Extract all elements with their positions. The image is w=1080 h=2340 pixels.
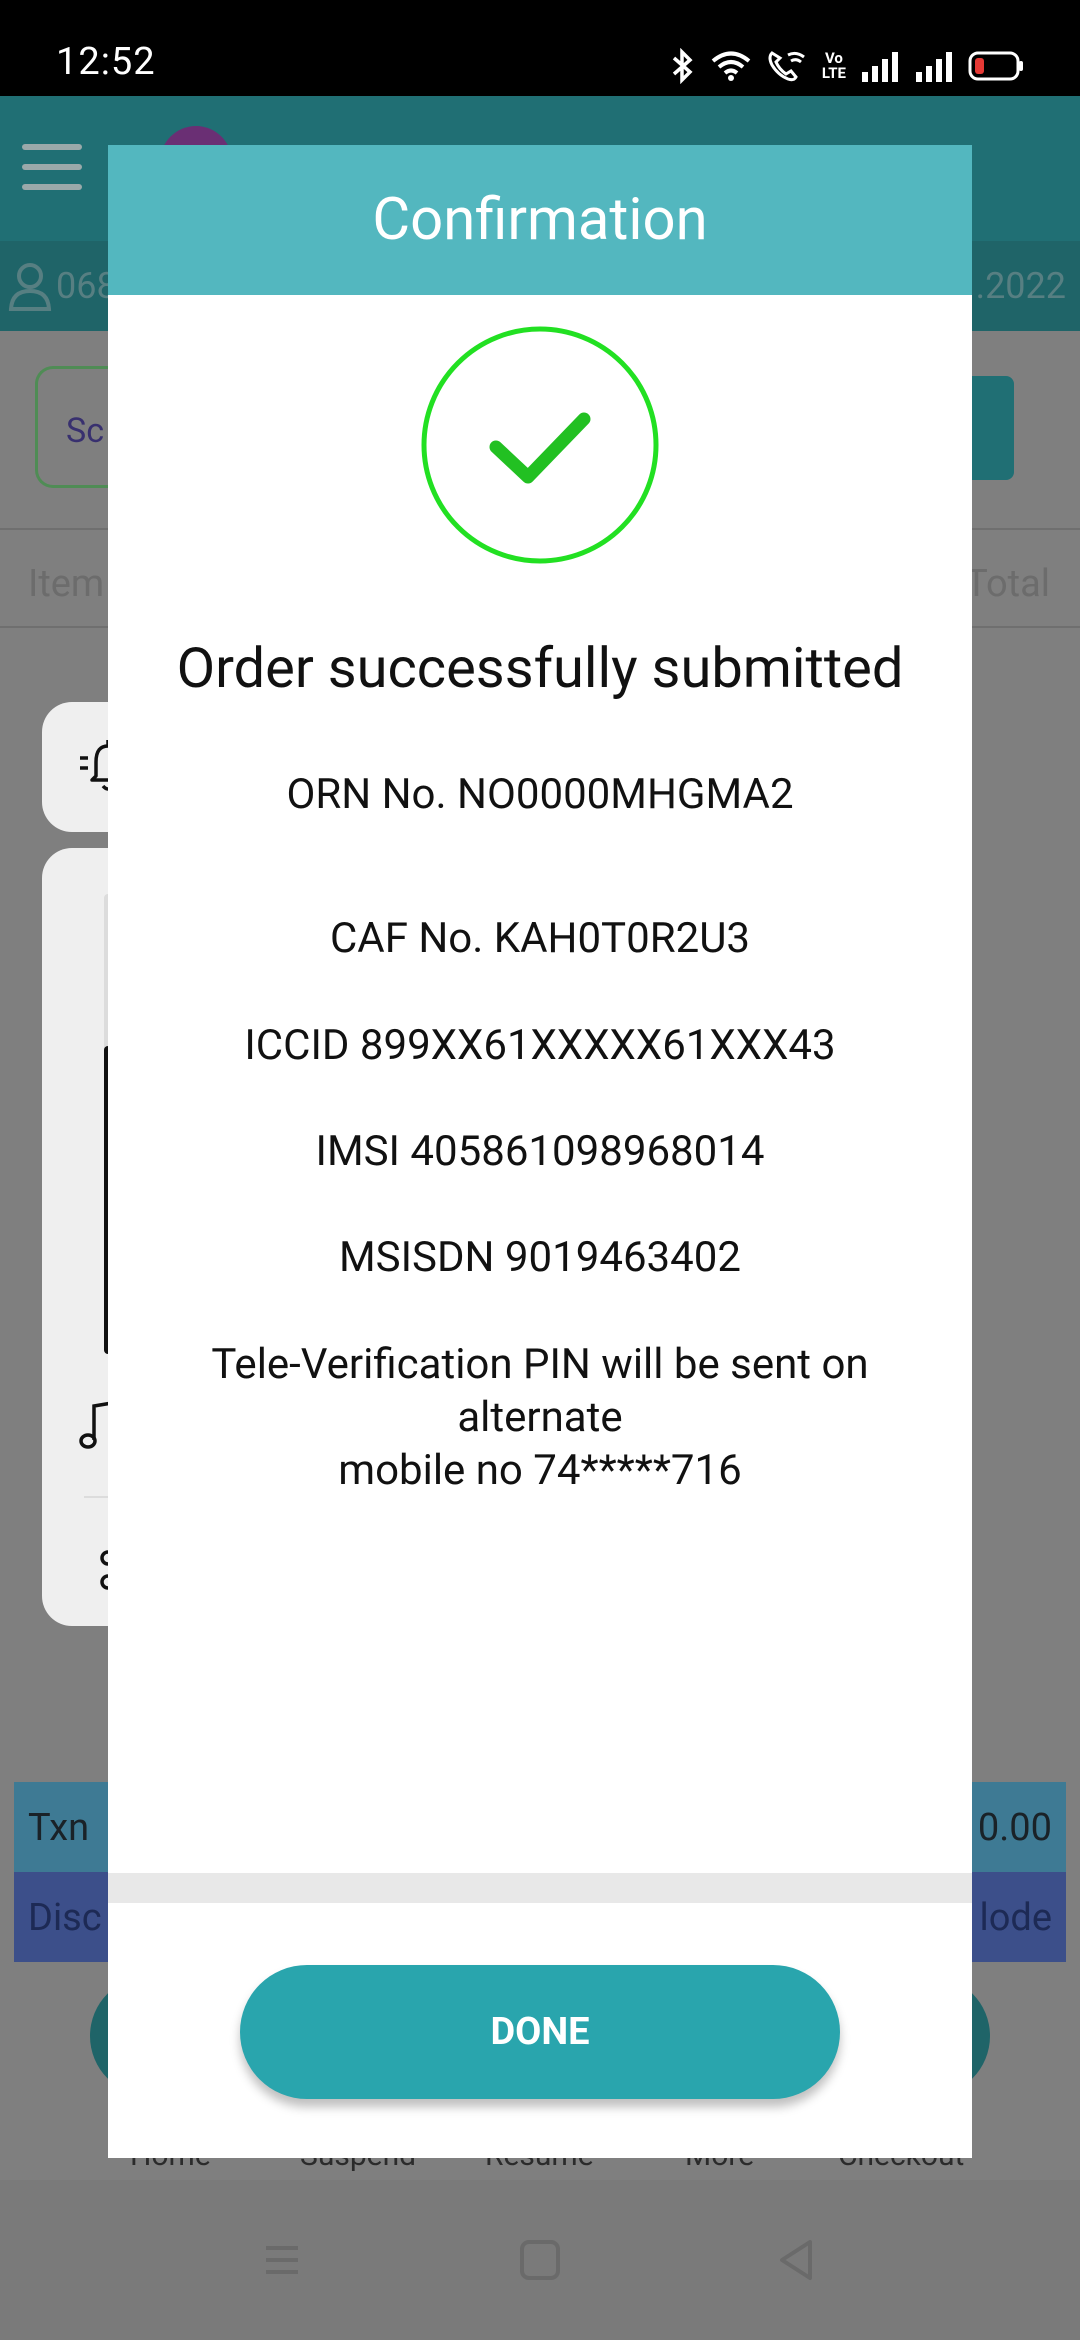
status-icons: Vo LTE <box>670 46 1024 86</box>
user-info: 068 <box>8 261 117 311</box>
bluetooth-icon <box>672 48 693 84</box>
hamburger-menu-icon <box>22 144 82 190</box>
user-icon <box>8 263 52 311</box>
volte-icon: Vo LTE <box>822 51 846 81</box>
imsi-number: IMSI 405861098968014 <box>315 1127 765 1176</box>
recents-icon[interactable] <box>252 2230 312 2290</box>
battery-low-icon <box>968 51 1023 81</box>
column-item: Item <box>28 562 105 606</box>
done-button[interactable]: DONE <box>240 1965 840 2099</box>
tele-verification-line-3: mobile no 74*****716 <box>338 1446 742 1495</box>
scan-placeholder: Sc <box>66 411 104 451</box>
signal-icon <box>862 52 898 82</box>
success-message: Order successfully submitted <box>176 635 904 701</box>
system-nav-bar <box>0 2180 1080 2340</box>
back-icon[interactable] <box>766 2230 826 2290</box>
volte-label-bottom: LTE <box>821 64 846 82</box>
column-total: Total <box>965 562 1050 606</box>
txn-label: Txn <box>28 1806 90 1850</box>
tele-verification-line-1: Tele-Verification PIN will be sent on <box>211 1340 869 1389</box>
txn-value: 0.00 <box>977 1806 1052 1850</box>
dialog-scrollbar[interactable] <box>108 1873 972 1903</box>
confirmation-dialog: Confirmation Order successfully submitte… <box>108 145 972 2158</box>
discount-label: Disc <box>28 1896 102 1940</box>
status-time: 12:52 <box>56 40 156 84</box>
caf-number: CAF No. KAH0T0R2U3 <box>329 914 751 963</box>
date-text: .2022 <box>975 265 1066 307</box>
wifi-calling-icon <box>768 51 805 82</box>
status-bar: 12:52 Vo LTE <box>0 0 1080 96</box>
dialog-title: Confirmation <box>108 145 972 295</box>
wifi-icon <box>711 51 751 81</box>
signal-icon <box>916 52 952 82</box>
orn-number: ORN No. NO0000MHGMA2 <box>286 770 794 819</box>
home-icon[interactable] <box>510 2230 570 2290</box>
iccid-number: ICCID 899XX61XXXXX61XXX43 <box>244 1021 836 1070</box>
payment-mode: lode <box>979 1896 1053 1940</box>
scan-input: Sc <box>35 366 115 488</box>
tele-verification-line-2: alternate <box>457 1393 623 1442</box>
success-check-icon <box>421 326 659 564</box>
msisdn-number: MSISDN 9019463402 <box>339 1233 741 1282</box>
